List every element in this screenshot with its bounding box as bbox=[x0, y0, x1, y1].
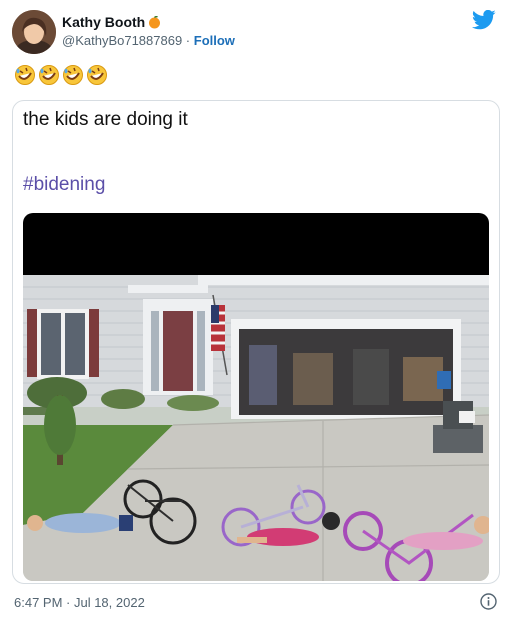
post-text: the kids are doing it bbox=[23, 109, 188, 130]
tweet-timestamp[interactable]: 6:47 PM · Jul 18, 2022 bbox=[14, 595, 145, 610]
photo-scene bbox=[23, 275, 489, 581]
hashtag-link[interactable]: #bidening bbox=[23, 174, 105, 196]
rolling-on-floor-laughing-icon bbox=[15, 65, 35, 85]
separator: · bbox=[182, 33, 194, 48]
rolling-on-floor-laughing-icon bbox=[39, 65, 59, 85]
rolling-on-floor-laughing-icon bbox=[87, 65, 107, 85]
twitter-bird-icon[interactable] bbox=[472, 10, 496, 30]
post-photo[interactable] bbox=[23, 213, 489, 581]
tweet-header: Kathy Booth @KathyBo71887869 · Follow bbox=[12, 10, 498, 56]
display-name[interactable]: Kathy Booth bbox=[62, 14, 145, 30]
photo-black-band bbox=[23, 213, 489, 275]
info-circle-icon[interactable] bbox=[480, 593, 497, 610]
reaction-emoji-row bbox=[14, 64, 108, 86]
quoted-post-card[interactable]: the kids are doing it #bidening bbox=[12, 100, 500, 584]
handle-row: @KathyBo71887869 · Follow bbox=[62, 33, 235, 48]
follow-link[interactable]: Follow bbox=[194, 33, 235, 48]
rolling-on-floor-laughing-icon bbox=[63, 65, 83, 85]
orange-emoji-badge-icon bbox=[149, 15, 161, 28]
user-handle[interactable]: @KathyBo71887869 bbox=[62, 33, 182, 48]
avatar[interactable] bbox=[12, 10, 56, 54]
